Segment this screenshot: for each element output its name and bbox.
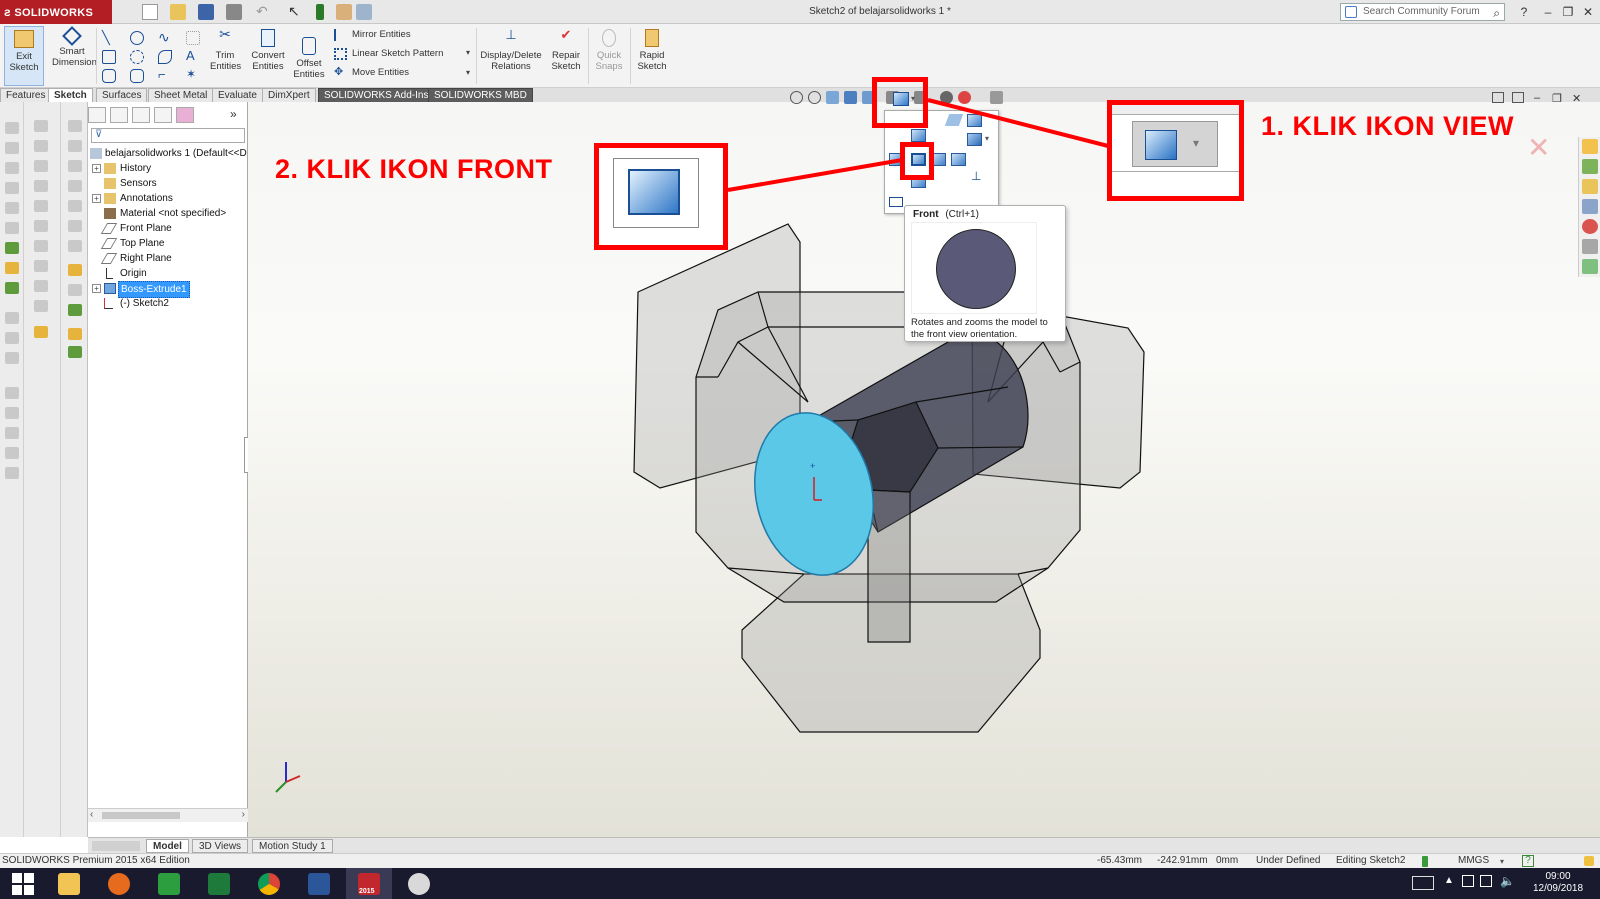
callout-1-text: 1. KLIK IKON VIEW (1261, 111, 1515, 141)
zoom-button-bg: ▾ (1132, 121, 1218, 167)
keyboard-icon[interactable] (1412, 876, 1434, 890)
appearances-icon[interactable] (1582, 219, 1598, 234)
taskbar-solidworks[interactable]: 2015 (346, 868, 392, 899)
editing-state: Editing Sketch2 (1336, 855, 1406, 866)
z-coordinate: 0mm (1216, 855, 1239, 866)
taskbar-paint[interactable] (396, 868, 442, 899)
file-explorer-icon[interactable] (1582, 179, 1598, 194)
callout-2-highlight (900, 142, 934, 180)
windows-logo-icon (12, 873, 34, 895)
task-pane (1578, 137, 1600, 277)
zoom-view-orientation-icon (1145, 130, 1177, 160)
edition-label: SOLIDWORKS Premium 2015 x64 Edition (2, 855, 190, 866)
callout-1-zoom: ▾ (1107, 100, 1244, 201)
show-hidden-icons[interactable]: ▲ (1444, 875, 1454, 886)
tab-motion-study-1[interactable]: Motion Study 1 (252, 839, 333, 853)
word-icon (308, 873, 330, 895)
zoom-dropdown-icon: ▾ (1193, 136, 1200, 150)
notification-flag-icon[interactable] (1462, 875, 1474, 887)
speaker-icon[interactable]: 🔈 (1500, 874, 1515, 888)
windows-start-button[interactable] (0, 868, 46, 899)
quick-tips-icon[interactable]: ? (1522, 855, 1534, 867)
file-explorer-icon (58, 873, 80, 895)
solidworks-window: ƨ SOLIDWORKS ↶ ↖ Sketch2 of belajarsolid… (0, 0, 1600, 899)
solidworks-version-badge: 2015 (359, 888, 375, 895)
units-dropdown-icon[interactable]: ▾ (1500, 855, 1504, 869)
status-bar: SOLIDWORKS Premium 2015 x64 Edition -65.… (0, 853, 1600, 868)
design-library-icon[interactable] (1582, 159, 1598, 174)
system-clock[interactable]: 09:00 12/09/2018 (1528, 871, 1588, 895)
y-coordinate: -242.91mm (1157, 855, 1208, 866)
paint-icon (408, 873, 430, 895)
tab-3d-views[interactable]: 3D Views (192, 839, 249, 853)
taskbar-store[interactable] (146, 868, 192, 899)
tab-scroll-arrows[interactable] (92, 841, 140, 851)
zoom-toolbar-strip (1112, 105, 1239, 115)
faded-close-icon: ✕ (1527, 132, 1551, 163)
solidworks-app-icon: 2015 (358, 873, 380, 895)
zoom-front-view-icon (628, 169, 680, 215)
solidworks-resources-icon[interactable] (1582, 139, 1598, 154)
view-palette-icon[interactable] (1582, 199, 1598, 214)
zoom-front-button (613, 158, 699, 228)
taskbar-word[interactable] (296, 868, 342, 899)
sketch-state: Under Defined (1256, 855, 1321, 866)
taskbar-file-explorer[interactable] (46, 868, 92, 899)
custom-properties-icon[interactable] (1582, 239, 1598, 254)
x-coordinate: -65.43mm (1097, 855, 1143, 866)
callout-2-connector (727, 158, 903, 192)
callout-2-text: 2. KLIK IKON FRONT (275, 154, 553, 184)
chrome-icon (258, 873, 280, 895)
taskbar-excel[interactable] (196, 868, 242, 899)
callout-1-connector (927, 98, 1117, 150)
taskbar-firefox[interactable] (96, 868, 142, 899)
unit-system[interactable]: MMGS (1458, 854, 1489, 868)
clock-time: 09:00 (1545, 871, 1571, 882)
taskbar-chrome[interactable] (246, 868, 292, 899)
rebuild-status-icon[interactable] (1422, 856, 1428, 867)
store-icon (158, 873, 180, 895)
windows-taskbar: 2015 ▲ 🔈 09:00 12/09/2018 (0, 868, 1600, 899)
clock-date: 12/09/2018 (1532, 883, 1584, 894)
model-view-tabs: Model 3D Views Motion Study 1 (88, 837, 1600, 853)
callout-2-zoom (594, 143, 728, 250)
excel-icon (208, 873, 230, 895)
tab-model[interactable]: Model (146, 839, 189, 853)
zoom-divider (1112, 171, 1239, 172)
action-center-icon[interactable] (1480, 875, 1492, 887)
firefox-icon (108, 873, 130, 895)
forum-icon[interactable] (1582, 259, 1598, 274)
notification-icon[interactable] (1584, 856, 1594, 866)
